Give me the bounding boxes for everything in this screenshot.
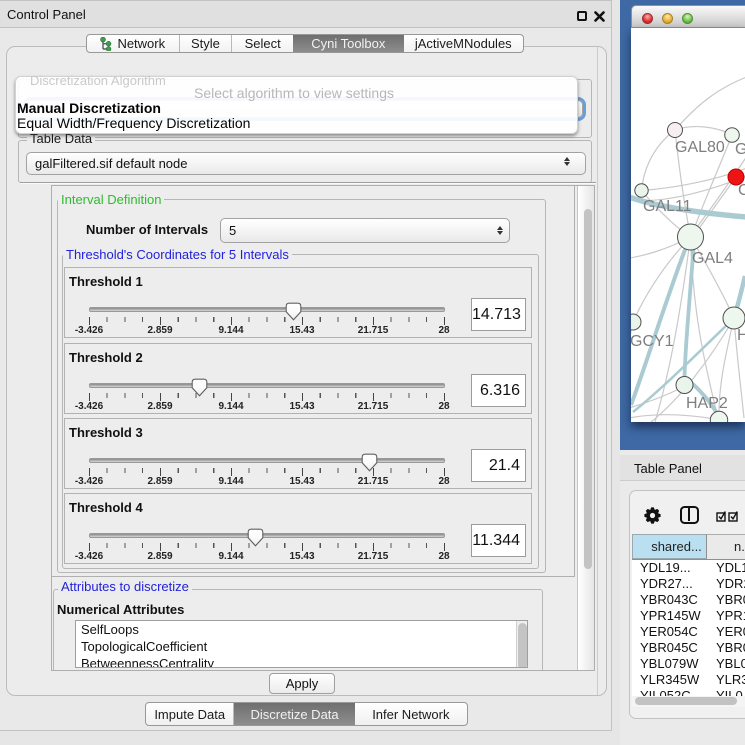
svg-text:HAP2: HAP2	[686, 395, 728, 412]
svg-text:GAL4: GAL4	[692, 250, 733, 267]
svg-text:GCY1: GCY1	[631, 333, 674, 350]
svg-text:GAL11: GAL11	[643, 198, 692, 215]
svg-text:C: C	[738, 182, 745, 199]
svg-text:GA: GA	[735, 141, 745, 158]
svg-text:H: H	[737, 327, 745, 344]
svg-text:GAL80: GAL80	[675, 139, 725, 156]
